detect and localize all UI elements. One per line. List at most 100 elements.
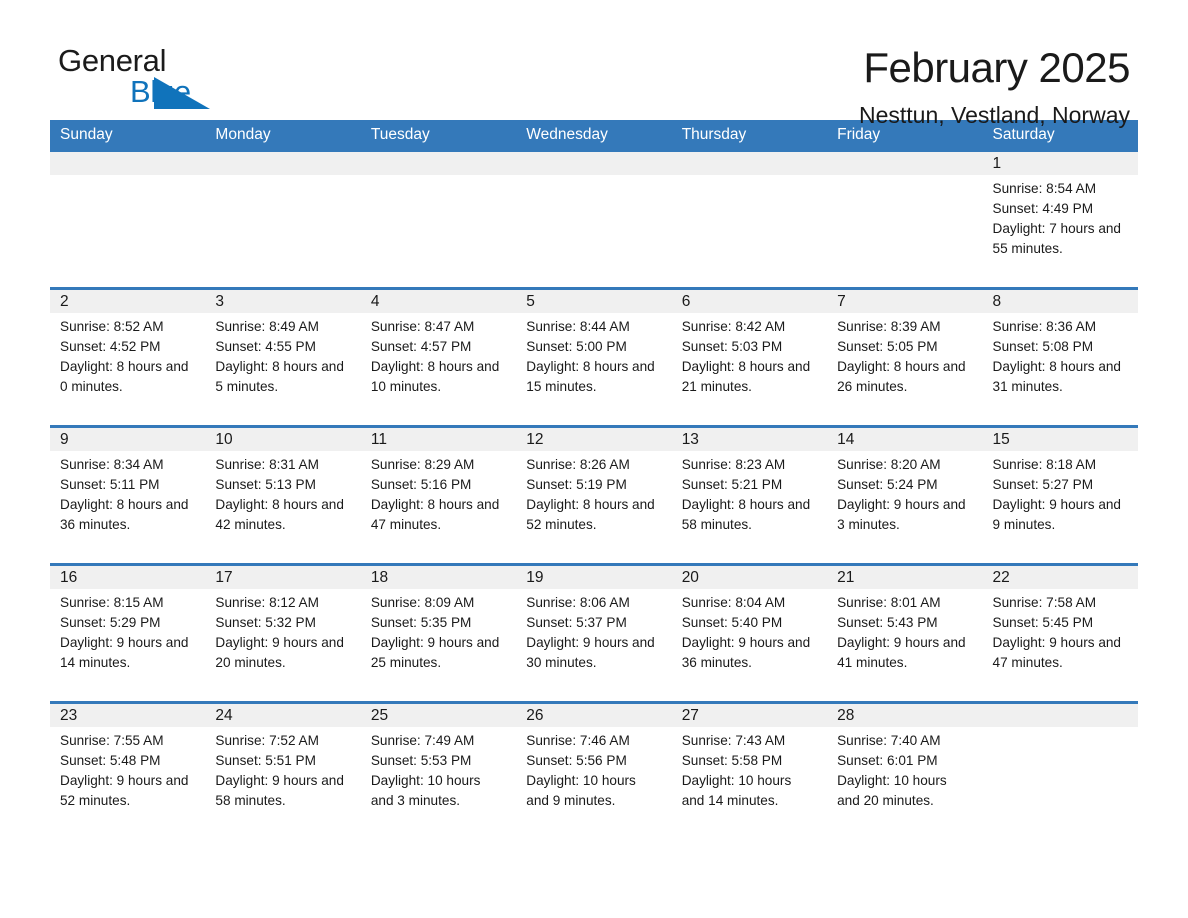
sunrise-text: Sunrise: 7:49 AM [370, 733, 475, 748]
daylight-text: Daylight: 8 hours and 36 minutes. [60, 497, 189, 532]
sunset-text: Sunset: 4:49 PM [992, 201, 1094, 216]
day-cell[interactable] [827, 175, 982, 287]
day-cell[interactable]: Sunrise: 7:55 AM Sunset: 5:48 PM Dayligh… [50, 727, 205, 839]
sunrise-text: Sunrise: 8:18 AM [992, 457, 1097, 472]
daylight-text: Daylight: 8 hours and 26 minutes. [837, 359, 966, 394]
day-cell[interactable]: Sunrise: 7:40 AM Sunset: 6:01 PM Dayligh… [827, 727, 982, 839]
day-number: 19 [526, 569, 544, 586]
sunset-text: Sunset: 5:08 PM [992, 339, 1094, 354]
sunset-text: Sunset: 4:52 PM [60, 339, 161, 354]
sunset-text: Sunset: 5:29 PM [60, 615, 161, 630]
day-cell[interactable]: Sunrise: 8:54 AM Sunset: 4:49 PM Dayligh… [983, 175, 1138, 287]
day-cell[interactable] [205, 175, 360, 287]
week-day-number-strip: 23 24 25 26 27 28 [50, 704, 1138, 727]
day-cell[interactable]: Sunrise: 8:36 AM Sunset: 5:08 PM Dayligh… [983, 313, 1138, 425]
sunrise-text: Sunrise: 7:40 AM [837, 733, 941, 748]
day-cell[interactable]: Sunrise: 8:44 AM Sunset: 5:00 PM Dayligh… [516, 313, 671, 425]
daylight-text: Daylight: 8 hours and 21 minutes. [681, 359, 811, 394]
week-row: 1 Sunrise: 8:54 AM Sunset: 4:49 PM Dayli… [50, 149, 1138, 287]
day-cell[interactable]: Sunrise: 8:31 AM Sunset: 5:13 PM Dayligh… [205, 451, 360, 563]
day-cell[interactable]: Sunrise: 8:15 AM Sunset: 5:29 PM Dayligh… [50, 589, 205, 701]
week-day-body: Sunrise: 8:52 AM Sunset: 4:52 PM Dayligh… [50, 313, 1138, 425]
week-row: 16 17 18 19 20 21 22 Sunrise: 8:15 AM Su… [50, 563, 1138, 701]
weekday-header-thursday: Thursday [681, 126, 747, 143]
sunrise-text: Sunrise: 8:04 AM [681, 595, 786, 610]
day-cell[interactable]: Sunrise: 8:47 AM Sunset: 4:57 PM Dayligh… [361, 313, 516, 425]
sunrise-text: Sunrise: 8:23 AM [681, 457, 786, 472]
daylight-text: Daylight: 9 hours and 9 minutes. [992, 497, 1121, 532]
day-number: 27 [681, 707, 699, 724]
day-number [516, 152, 671, 175]
week-row: 9 10 11 12 13 14 15 Sunrise: 8:34 AM Sun… [50, 425, 1138, 563]
daylight-text: Daylight: 9 hours and 52 minutes. [60, 773, 189, 808]
day-cell[interactable] [983, 727, 1138, 839]
sunset-text: Sunset: 5:53 PM [370, 753, 472, 768]
day-number: 14 [837, 431, 855, 448]
daylight-text: Daylight: 8 hours and 5 minutes. [215, 359, 344, 394]
daylight-text: Daylight: 8 hours and 47 minutes. [370, 497, 500, 532]
day-cell[interactable]: Sunrise: 7:58 AM Sunset: 5:45 PM Dayligh… [983, 589, 1138, 701]
weekday-header-sunday: Sunday [60, 126, 113, 143]
sunset-text: Sunset: 5:48 PM [60, 753, 161, 768]
sunrise-text: Sunrise: 8:36 AM [992, 319, 1097, 334]
day-cell[interactable]: Sunrise: 8:04 AM Sunset: 5:40 PM Dayligh… [672, 589, 827, 701]
sunset-text: Sunset: 5:05 PM [837, 339, 938, 354]
sunrise-text: Sunrise: 8:06 AM [526, 595, 630, 610]
sunset-text: Sunset: 5:16 PM [370, 477, 472, 492]
week-day-number-strip: 1 [50, 152, 1138, 175]
week-day-body: Sunrise: 8:54 AM Sunset: 4:49 PM Dayligh… [50, 175, 1138, 287]
daylight-text: Daylight: 9 hours and 3 minutes. [837, 497, 966, 532]
day-number [672, 152, 827, 175]
sunset-text: Sunset: 5:11 PM [60, 477, 160, 492]
day-cell[interactable]: Sunrise: 8:20 AM Sunset: 5:24 PM Dayligh… [827, 451, 982, 563]
sunset-text: Sunset: 5:40 PM [681, 615, 783, 630]
day-cell[interactable] [361, 175, 516, 287]
sunrise-text: Sunrise: 8:15 AM [60, 595, 164, 610]
day-cell[interactable]: Sunrise: 8:01 AM Sunset: 5:43 PM Dayligh… [827, 589, 982, 701]
day-number: 4 [370, 293, 380, 310]
sunrise-text: Sunrise: 8:26 AM [526, 457, 630, 472]
daylight-text: Daylight: 8 hours and 42 minutes. [215, 497, 344, 532]
day-cell[interactable] [672, 175, 827, 287]
daylight-text: Daylight: 8 hours and 10 minutes. [370, 359, 500, 394]
week-day-number-strip: 2 3 4 5 6 7 8 [50, 290, 1138, 313]
sunrise-text: Sunrise: 8:34 AM [60, 457, 164, 472]
daylight-text: Daylight: 10 hours and 3 minutes. [370, 773, 481, 808]
day-cell[interactable] [516, 175, 671, 287]
daylight-text: Daylight: 8 hours and 15 minutes. [526, 359, 655, 394]
sunrise-text: Sunrise: 8:01 AM [837, 595, 941, 610]
sunset-text: Sunset: 5:37 PM [526, 615, 627, 630]
day-cell[interactable]: Sunrise: 8:52 AM Sunset: 4:52 PM Dayligh… [50, 313, 205, 425]
daylight-text: Daylight: 9 hours and 58 minutes. [215, 773, 344, 808]
day-cell[interactable]: Sunrise: 8:42 AM Sunset: 5:03 PM Dayligh… [672, 313, 827, 425]
sunrise-text: Sunrise: 7:52 AM [215, 733, 319, 748]
day-cell[interactable]: Sunrise: 8:29 AM Sunset: 5:16 PM Dayligh… [361, 451, 516, 563]
day-cell[interactable]: Sunrise: 8:34 AM Sunset: 5:11 PM Dayligh… [50, 451, 205, 563]
daylight-text: Daylight: 8 hours and 52 minutes. [526, 497, 655, 532]
day-cell[interactable]: Sunrise: 8:18 AM Sunset: 5:27 PM Dayligh… [983, 451, 1138, 563]
daylight-text: Daylight: 9 hours and 36 minutes. [681, 635, 811, 670]
day-number: 28 [837, 707, 855, 724]
daylight-text: Daylight: 9 hours and 41 minutes. [837, 635, 966, 670]
day-number: 18 [370, 569, 389, 586]
day-cell[interactable]: Sunrise: 8:39 AM Sunset: 5:05 PM Dayligh… [827, 313, 982, 425]
day-cell[interactable]: Sunrise: 7:49 AM Sunset: 5:53 PM Dayligh… [361, 727, 516, 839]
day-number: 20 [681, 569, 699, 586]
day-cell[interactable]: Sunrise: 7:43 AM Sunset: 5:58 PM Dayligh… [672, 727, 827, 839]
week-day-body: Sunrise: 8:34 AM Sunset: 5:11 PM Dayligh… [50, 451, 1138, 563]
day-number: 6 [681, 293, 691, 310]
day-number: 9 [60, 431, 69, 448]
day-cell[interactable]: Sunrise: 8:06 AM Sunset: 5:37 PM Dayligh… [516, 589, 671, 701]
logo-text-general: General [58, 43, 167, 78]
day-cell[interactable] [50, 175, 205, 287]
day-cell[interactable]: Sunrise: 7:52 AM Sunset: 5:51 PM Dayligh… [205, 727, 360, 839]
day-cell[interactable]: Sunrise: 8:12 AM Sunset: 5:32 PM Dayligh… [205, 589, 360, 701]
calendar-page: General Blue February 2025 Nesttun, Vest… [0, 0, 1188, 918]
day-cell[interactable]: Sunrise: 8:49 AM Sunset: 4:55 PM Dayligh… [205, 313, 360, 425]
day-cell[interactable]: Sunrise: 8:09 AM Sunset: 5:35 PM Dayligh… [361, 589, 516, 701]
day-cell[interactable]: Sunrise: 7:46 AM Sunset: 5:56 PM Dayligh… [516, 727, 671, 839]
day-cell[interactable]: Sunrise: 8:26 AM Sunset: 5:19 PM Dayligh… [516, 451, 671, 563]
day-number: 11 [370, 431, 387, 448]
daylight-text: Daylight: 10 hours and 14 minutes. [681, 773, 792, 808]
day-cell[interactable]: Sunrise: 8:23 AM Sunset: 5:21 PM Dayligh… [672, 451, 827, 563]
